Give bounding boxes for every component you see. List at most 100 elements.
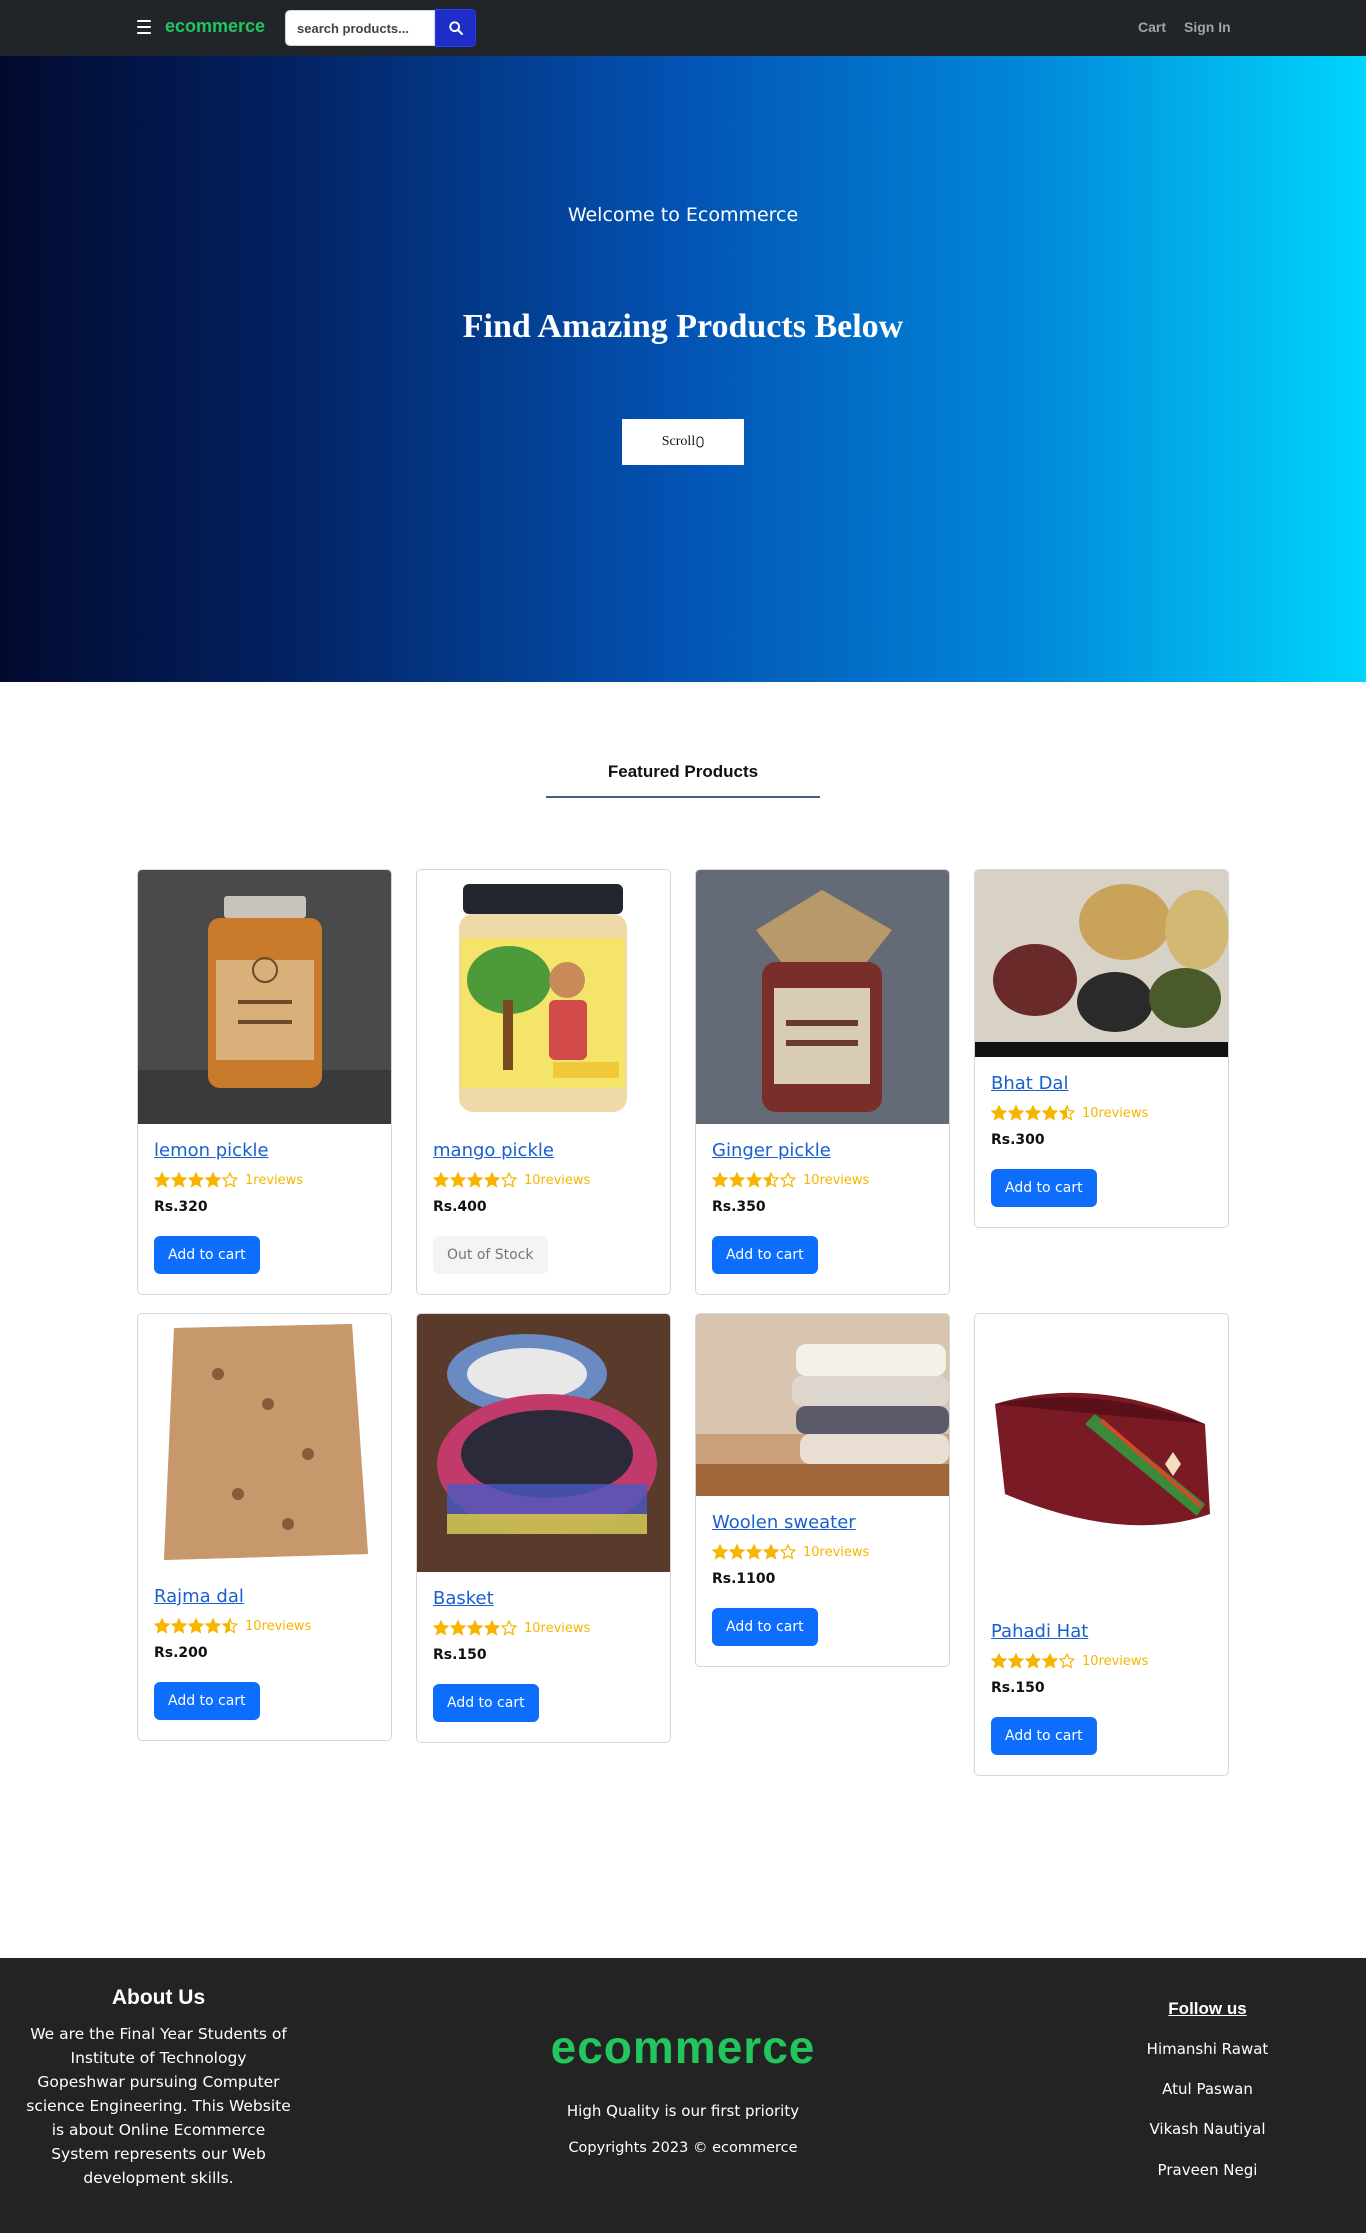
product-title[interactable]: lemon pickle (154, 1138, 375, 1164)
add-to-cart-button[interactable]: Add to cart (991, 1717, 1097, 1755)
mouse-icon (696, 436, 704, 448)
add-to-cart-button[interactable]: Add to cart (154, 1682, 260, 1720)
star-icon (171, 1618, 187, 1634)
product-title[interactable]: Rajma dal (154, 1584, 375, 1610)
star-icon (780, 1172, 796, 1188)
star-icon (222, 1618, 238, 1634)
star-icon (746, 1172, 762, 1188)
search-button[interactable] (435, 9, 476, 47)
hero-heading: Find Amazing Products Below (462, 308, 904, 345)
hamburger-menu-icon[interactable] (137, 20, 151, 34)
product-title[interactable]: Woolen sweater (712, 1510, 933, 1536)
add-to-cart-button[interactable]: Add to cart (712, 1608, 818, 1646)
product-image-rajma-dal[interactable] (138, 1314, 391, 1570)
product-image-lemon-pickle[interactable] (138, 870, 391, 1124)
product-card: Woolen sweater 10reviews Rs.1100 Add to … (695, 1313, 950, 1667)
product-card: Ginger pickle 10reviews Rs.350 Add to ca… (695, 869, 950, 1295)
star-icon (1042, 1653, 1058, 1669)
star-rating (154, 1172, 239, 1188)
star-icon (729, 1544, 745, 1560)
follow-link-vikash-nautiyal[interactable]: Vikash Nautiyal (1130, 2120, 1285, 2138)
about-us-heading: About Us (111, 1986, 206, 2009)
product-rating: 10reviews (991, 1651, 1212, 1671)
star-rating (154, 1618, 239, 1634)
product-title[interactable]: mango pickle (433, 1138, 654, 1164)
follow-link-atul-paswan[interactable]: Atul Paswan (1130, 2080, 1285, 2098)
add-to-cart-button[interactable]: Add to cart (154, 1236, 260, 1274)
search-icon (448, 21, 463, 35)
star-icon (467, 1620, 483, 1636)
star-icon (1008, 1105, 1024, 1121)
product-rating: 10reviews (433, 1170, 654, 1190)
star-rating (433, 1620, 518, 1636)
scroll-label: Scroll (661, 434, 696, 449)
star-rating (712, 1172, 797, 1188)
product-title[interactable]: Bhat Dal (991, 1071, 1212, 1097)
product-image-pahadi-hat[interactable] (975, 1314, 1228, 1605)
follow-link-praveen-negi[interactable]: Praveen Negi (1130, 2161, 1285, 2179)
star-rating (991, 1653, 1076, 1669)
product-price: Rs.1100 (712, 1571, 776, 1587)
add-to-cart-button[interactable]: Add to cart (991, 1169, 1097, 1207)
brand-logo[interactable]: ecommerce (165, 16, 265, 37)
product-title[interactable]: Ginger pickle (712, 1138, 933, 1164)
product-rating: 1reviews (154, 1170, 375, 1190)
scroll-button[interactable]: Scroll (622, 419, 744, 465)
nav-link-sign-in[interactable]: Sign In (1184, 19, 1231, 35)
star-icon (712, 1544, 728, 1560)
hero-banner: Welcome to Ecommerce Find Amazing Produc… (0, 56, 1366, 682)
add-to-cart-button[interactable]: Add to cart (712, 1236, 818, 1274)
product-rating: 10reviews (712, 1170, 933, 1190)
star-icon (154, 1618, 170, 1634)
add-to-cart-button[interactable]: Add to cart (433, 1684, 539, 1722)
star-icon (450, 1172, 466, 1188)
product-title[interactable]: Basket (433, 1586, 654, 1612)
product-price: Rs.320 (154, 1199, 208, 1215)
product-card: mango pickle 10reviews Rs.400 Out of Sto… (416, 869, 671, 1295)
follow-link-himanshi-rawat[interactable]: Himanshi Rawat (1130, 2040, 1285, 2058)
star-icon (991, 1105, 1007, 1121)
search-input[interactable] (285, 10, 435, 46)
star-icon (991, 1653, 1007, 1669)
review-count: 10reviews (524, 1620, 591, 1636)
product-image-mango-pickle[interactable] (417, 870, 670, 1124)
review-count: 1reviews (245, 1172, 304, 1188)
product-price: Rs.350 (712, 1199, 766, 1215)
product-price: Rs.300 (991, 1132, 1045, 1148)
star-icon (205, 1618, 221, 1634)
star-icon (450, 1620, 466, 1636)
follow-us-heading: Follow us (1168, 1999, 1247, 2018)
star-icon (1008, 1653, 1024, 1669)
out-of-stock-button[interactable]: Out of Stock (433, 1236, 548, 1274)
star-icon (433, 1172, 449, 1188)
product-image-ginger-pickle[interactable] (696, 870, 949, 1124)
star-icon (222, 1172, 238, 1188)
star-icon (780, 1544, 796, 1560)
star-icon (188, 1172, 204, 1188)
product-card: Basket 10reviews Rs.150 Add to cart (416, 1313, 671, 1743)
product-image-bhat-dal[interactable] (975, 870, 1228, 1057)
star-icon (1025, 1105, 1041, 1121)
star-icon (746, 1544, 762, 1560)
review-count: 10reviews (803, 1172, 870, 1188)
star-rating (991, 1105, 1076, 1121)
star-icon (1042, 1105, 1058, 1121)
review-count: 10reviews (245, 1618, 312, 1634)
star-icon (1025, 1653, 1041, 1669)
navbar: ecommerce Cart Sign In (0, 0, 1366, 56)
star-icon (763, 1172, 779, 1188)
star-icon (154, 1172, 170, 1188)
product-image-woolen-sweater[interactable] (696, 1314, 949, 1496)
star-icon (467, 1172, 483, 1188)
product-title[interactable]: Pahadi Hat (991, 1619, 1212, 1645)
hero-welcome-text: Welcome to Ecommerce (567, 204, 799, 226)
nav-link-cart[interactable]: Cart (1138, 19, 1166, 35)
star-icon (1059, 1105, 1075, 1121)
product-image-basket[interactable] (417, 1314, 670, 1572)
star-icon (1059, 1653, 1075, 1669)
star-rating (712, 1544, 797, 1560)
product-price: Rs.150 (433, 1647, 487, 1663)
product-card: Pahadi Hat 10reviews Rs.150 Add to cart (974, 1313, 1229, 1776)
product-price: Rs.150 (991, 1680, 1045, 1696)
review-count: 10reviews (803, 1544, 870, 1560)
